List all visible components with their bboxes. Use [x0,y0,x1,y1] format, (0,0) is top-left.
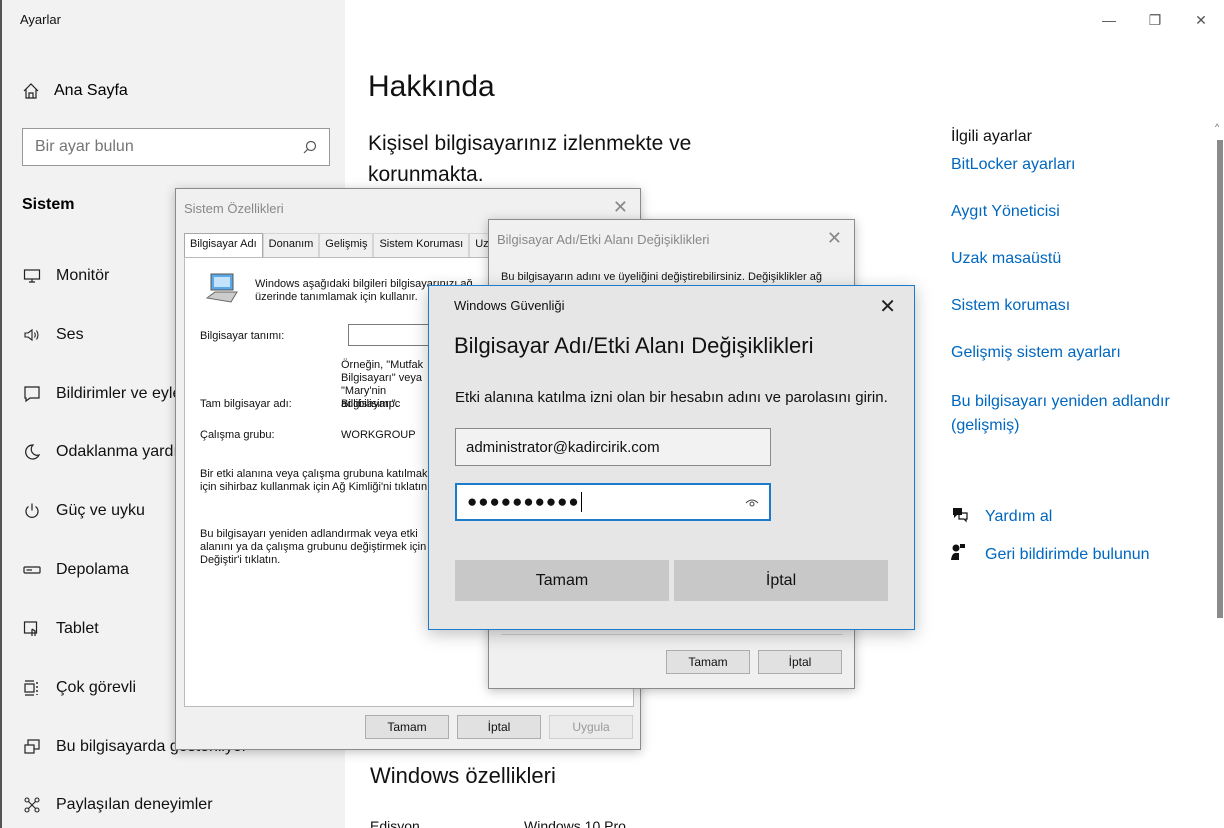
search-input[interactable] [35,138,275,156]
feedback-label: Geri bildirimde bulunun [985,545,1150,563]
full-name-label: Tam bilgisayar adı: [200,398,292,410]
windows-features-heading: Windows özellikleri [370,763,556,788]
cancel-button[interactable]: İptal [674,560,888,601]
tablet-icon [22,619,42,639]
notifications-icon [22,384,42,404]
main-scrollbar[interactable]: ^ [1214,122,1224,828]
nav-label: Tablet [56,620,99,637]
monitor-icon [22,266,42,286]
tab-computer-name[interactable]: Bilgisayar Adı [184,233,263,257]
projecting-icon [22,737,42,757]
dialog-title: Windows Güvenliği [454,298,565,313]
edition-label: Edisyon [370,818,420,828]
home-nav-item[interactable]: Ana Sayfa [22,80,128,102]
username-input[interactable] [466,438,760,456]
minimize-button[interactable]: — [1086,0,1132,40]
moon-icon [22,442,42,462]
password-field[interactable]: ●●●●●●●●●● [455,483,771,521]
window-controls: — ❐ ✕ [1086,0,1224,40]
edition-row: Edisyon Windows 10 Pro [370,818,626,828]
close-icon[interactable]: ✕ [613,197,628,218]
dialog-heading: Bilgisayar Adı/Etki Alanı Değişiklikleri [454,333,814,358]
device-manager-link[interactable]: Aygıt Yöneticisi [951,203,1171,221]
protection-status-text: Kişisel bilgisayarınız izlenmekte ve kor… [368,132,692,186]
multitasking-icon [22,678,42,698]
get-help-label: Yardım al [985,507,1053,525]
get-help-link[interactable]: Yardım al [951,505,1052,528]
system-protection-link[interactable]: Sistem koruması [951,297,1171,315]
nav-item-shared-experiences[interactable]: Paylaşılan deneyimler [22,790,213,820]
nav-item-storage[interactable]: Depolama [22,555,129,585]
nav-label: Depolama [56,561,129,578]
close-button[interactable]: ✕ [1178,0,1224,40]
nav-item-multitasking[interactable]: Çok görevli [22,673,136,703]
page-title: Hakkında [368,70,495,103]
ok-button[interactable]: Tamam [365,715,449,739]
storage-icon [22,560,42,580]
ok-button[interactable]: Tamam [455,560,669,601]
nav-label: Paylaşılan deneyimler [56,796,213,813]
tab-hardware[interactable]: Donanım [262,233,320,257]
scrollbar-thumb[interactable] [1217,140,1223,618]
power-icon [22,501,42,521]
text-caret [580,492,582,512]
tab-strip: Bilgisayar Adı Donanım Gelişmiş Sistem K… [184,233,507,257]
nav-item-focus-assist[interactable]: Odaklanma yardımı [22,437,196,467]
nav-label: Monitör [56,267,110,284]
close-icon[interactable]: ✕ [879,294,896,319]
nav-item-power[interactable]: Güç ve uyku [22,496,145,526]
app-title: Ayarlar [20,12,61,27]
help-chat-icon [951,505,973,528]
feedback-icon [951,543,973,566]
nav-label: Güç ve uyku [56,502,145,519]
nav-item-monitor[interactable]: Monitör [22,261,109,291]
settings-search[interactable] [22,128,330,166]
password-mask: ●●●●●●●●●● [467,492,580,511]
bitlocker-link[interactable]: BitLocker ayarları [951,156,1171,174]
rename-instructions-text: Bu bilgisayarı yeniden adlandırmak veya … [200,528,427,566]
apply-button[interactable]: Uygula [549,715,633,739]
related-settings-title: İlgili ayarlar [951,128,1032,145]
reveal-password-icon[interactable] [745,495,759,509]
computer-icon [205,273,238,303]
scroll-up-icon[interactable]: ^ [1215,122,1219,132]
close-icon[interactable]: ✕ [827,228,842,249]
dialog-title: Bilgisayar Adı/Etki Alanı Değişiklikleri [497,232,710,247]
rename-pc-advanced-link[interactable]: Bu bilgisayarı yeniden adlandır (gelişmi… [951,390,1171,438]
advanced-system-settings-link[interactable]: Gelişmiş sistem ayarları [951,344,1171,362]
dialog-title: Sistem Özellikleri [184,201,284,216]
username-field[interactable] [455,428,771,466]
cancel-button[interactable]: İptal [457,715,541,739]
home-label: Ana Sayfa [54,82,128,99]
windows-security-dialog: Windows Güvenliği ✕ Bilgisayar Adı/Etki … [428,285,915,630]
nav-item-tablet[interactable]: Tablet [22,614,99,644]
shared-experiences-icon [22,795,42,815]
related-settings: İlgili ayarlar BitLocker ayarları Aygıt … [951,128,1171,438]
remote-desktop-link[interactable]: Uzak masaüstü [951,250,1171,268]
credentials-prompt: Etki alanına katılma izni olan bir hesab… [455,389,888,406]
tab-advanced[interactable]: Gelişmiş [319,233,374,257]
restore-button[interactable]: ❐ [1132,0,1178,40]
edition-value: Windows 10 Pro [524,818,626,828]
cancel-button[interactable]: İptal [758,650,842,674]
description-label: Bilgisayar tanımı: [200,330,285,342]
search-icon [303,140,317,154]
tab-system-protection[interactable]: Sistem Koruması [373,233,470,257]
section-header: Sistem [22,196,75,213]
workgroup-value: WORKGROUP [341,429,416,441]
network-id-text: Bir etki alanına veya çalışma grubuna ka… [200,468,431,493]
nav-label: Çok görevli [56,679,137,696]
nav-label: Ses [56,326,84,343]
nav-item-sound[interactable]: Ses [22,320,84,350]
feedback-link[interactable]: Geri bildirimde bulunun [951,543,1150,566]
ok-button[interactable]: Tamam [666,650,750,674]
full-name-value: adlibilisimpc [341,398,401,410]
speaker-icon [22,325,42,345]
home-icon [23,83,39,99]
workgroup-label: Çalışma grubu: [200,429,275,441]
